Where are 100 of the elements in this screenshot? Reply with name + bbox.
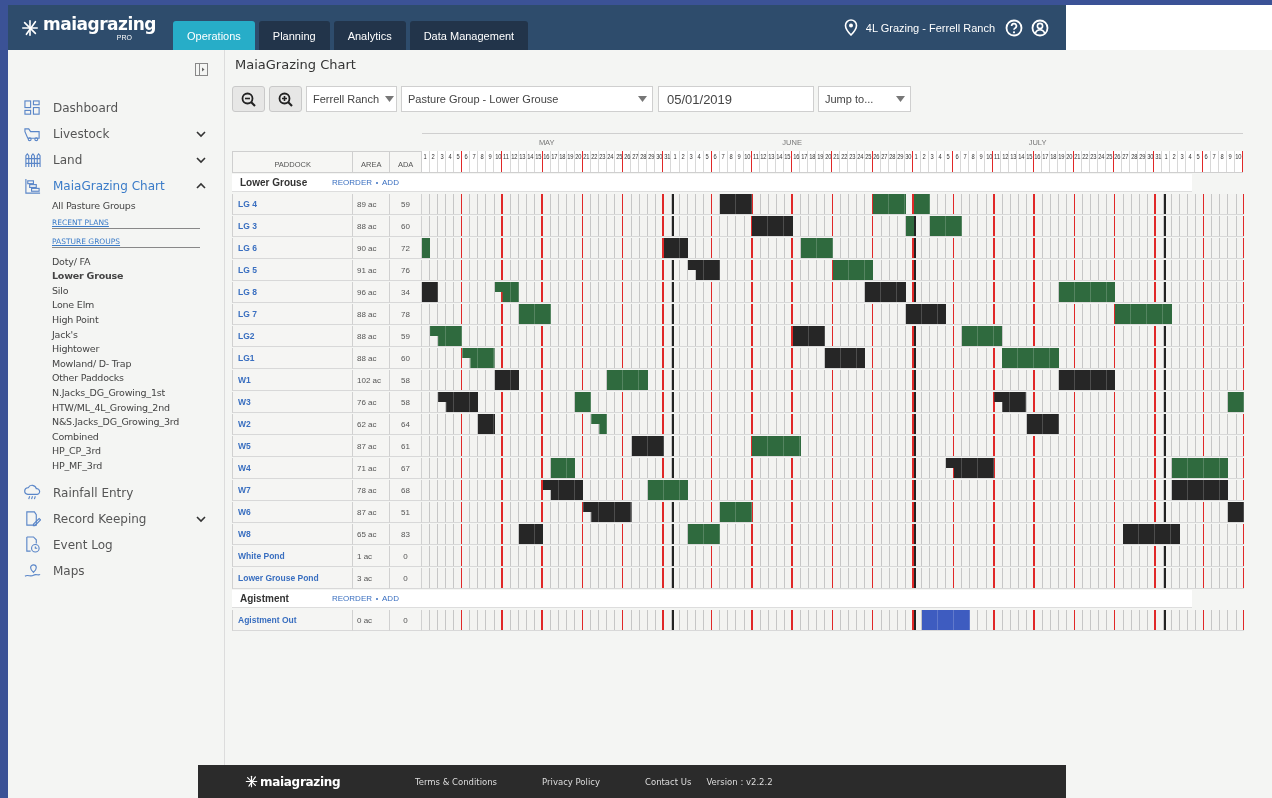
day-label: 19 bbox=[816, 152, 823, 161]
nav-tab[interactable]: Analytics bbox=[333, 21, 406, 50]
footer-link[interactable]: Contact Us bbox=[645, 776, 692, 787]
paddock-link[interactable]: LG 4 bbox=[238, 199, 257, 209]
area-cell: 87 ac bbox=[353, 436, 390, 457]
area-cell: 3 ac bbox=[353, 568, 390, 589]
paddock-link[interactable]: W3 bbox=[238, 397, 251, 407]
day-label: 10 bbox=[494, 152, 501, 161]
sidebar-subitem[interactable]: N.Jacks_DG_Growing_1st bbox=[52, 385, 200, 401]
day-label: 5 bbox=[947, 152, 951, 161]
sidebar-subitem[interactable]: Silo bbox=[52, 283, 200, 299]
sidebar-subitem[interactable]: Jack's bbox=[52, 327, 200, 343]
grazed-period-bar bbox=[1171, 480, 1228, 500]
day-label: 8 bbox=[971, 152, 975, 161]
paddock-link[interactable]: White Pond bbox=[238, 551, 285, 561]
sidebar-subitem[interactable]: High Point bbox=[52, 312, 200, 328]
day-label: 20 bbox=[1066, 152, 1073, 161]
paddock-link[interactable]: LG 3 bbox=[238, 221, 257, 231]
group-action-link[interactable]: REORDER bbox=[332, 178, 372, 187]
sidebar-subitem[interactable]: Lower Grouse bbox=[52, 269, 200, 284]
sidebar-subitem[interactable]: HTW/ML_4L_Growing_2nd bbox=[52, 400, 200, 416]
day-label: 6 bbox=[464, 152, 468, 161]
day-label: 13 bbox=[519, 152, 526, 161]
sidebar-subitem[interactable]: Lone Elm bbox=[52, 298, 200, 313]
day-label: 4 bbox=[448, 152, 452, 161]
group-select[interactable]: Pasture Group - Lower Grouse bbox=[401, 86, 653, 112]
date-field[interactable]: 05/01/2019 bbox=[658, 86, 814, 112]
day-label: 2 bbox=[432, 152, 436, 161]
paddock-link[interactable]: LG 7 bbox=[238, 309, 257, 319]
group-name: Lower Grouse bbox=[239, 177, 309, 188]
area-cell: 96 ac bbox=[353, 282, 390, 303]
group-action-link[interactable]: ADD bbox=[382, 178, 399, 187]
location-pin-icon bbox=[843, 19, 858, 36]
sidebar-item[interactable]: Rainfall Entry bbox=[8, 479, 224, 506]
group-action-link[interactable]: REORDER bbox=[332, 594, 372, 603]
day-label: 3 bbox=[440, 152, 444, 161]
day-label: 16 bbox=[1034, 152, 1041, 161]
paddock-link[interactable]: W7 bbox=[238, 485, 251, 495]
zoom-in-button[interactable] bbox=[269, 86, 302, 112]
zoom-out-button[interactable] bbox=[232, 86, 265, 112]
account-button[interactable] bbox=[1031, 18, 1049, 37]
day-label: 31 bbox=[1154, 152, 1161, 161]
footer-link[interactable]: Privacy Policy bbox=[542, 776, 600, 787]
sidebar-subitem[interactable]: Mowland/ D- Trap bbox=[52, 356, 200, 372]
day-label: 21 bbox=[832, 152, 839, 161]
paddock-link[interactable]: LG1 bbox=[238, 353, 255, 363]
sidebar-item[interactable]: Land bbox=[8, 147, 224, 173]
day-label: 30 bbox=[905, 152, 912, 161]
sidebar-item[interactable]: MaiaGrazing Chart bbox=[8, 173, 224, 199]
planned-period-bar bbox=[518, 304, 551, 324]
sidebar-subitem[interactable]: Other Paddocks bbox=[52, 371, 200, 386]
sidebar-subitem[interactable]: N&S.Jacks_DG_Growing_3rd Combined bbox=[52, 415, 200, 445]
sidebar-item[interactable]: Dashboard bbox=[8, 95, 224, 121]
sidebar-item[interactable]: Event Log bbox=[8, 531, 224, 558]
day-label: 28 bbox=[889, 152, 896, 161]
day-label: 20 bbox=[824, 152, 831, 161]
planned-period-bar bbox=[929, 216, 962, 236]
paddock-link[interactable]: LG 5 bbox=[238, 265, 257, 275]
day-label: 14 bbox=[776, 152, 783, 161]
help-button[interactable] bbox=[1005, 18, 1023, 37]
paddock-link[interactable]: LG2 bbox=[238, 331, 255, 341]
group-action-link[interactable]: ADD bbox=[382, 594, 399, 603]
nav-tab[interactable]: Data Management bbox=[409, 21, 529, 50]
ranch-select[interactable]: Ferrell Ranch bbox=[306, 86, 397, 112]
collapse-sidebar-button[interactable] bbox=[195, 63, 208, 76]
sidebar-subitem[interactable]: HP_MF_3rd bbox=[52, 458, 200, 474]
sidebar-subitem[interactable]: Doty/ FA bbox=[52, 254, 200, 270]
footer-logo-text: maiagrazing bbox=[260, 774, 341, 789]
jump-select[interactable]: Jump to... bbox=[818, 86, 911, 112]
logo-icon bbox=[21, 18, 39, 37]
area-cell: 91 ac bbox=[353, 260, 390, 281]
paddock-link[interactable]: W5 bbox=[238, 441, 251, 451]
sidebar-subitem[interactable]: HP_CP_3rd bbox=[52, 444, 200, 459]
area-cell: 89 ac bbox=[353, 194, 390, 215]
sidebar-item[interactable]: Livestock bbox=[8, 121, 224, 147]
day-label: 3 bbox=[930, 152, 934, 161]
ada-cell: 34 bbox=[390, 282, 422, 303]
day-label: 1 bbox=[424, 152, 427, 161]
grazed-period-bar bbox=[752, 216, 793, 236]
sidebar-subitem[interactable]: Hightower bbox=[52, 342, 200, 357]
footer-link[interactable]: Terms & Conditions bbox=[415, 776, 498, 787]
area-cell: 65 ac bbox=[353, 524, 390, 545]
day-label: 17 bbox=[800, 152, 807, 161]
nav-tab[interactable]: Planning bbox=[258, 21, 330, 50]
day-label: 16 bbox=[792, 152, 799, 161]
sidebar-subitem[interactable]: All Pasture Groups bbox=[52, 199, 200, 214]
paddock-link[interactable]: LG 8 bbox=[238, 287, 257, 297]
ada-cell: 68 bbox=[390, 480, 422, 501]
paddock-link[interactable]: W2 bbox=[238, 419, 251, 429]
sidebar-item[interactable]: Record Keeping bbox=[8, 505, 224, 532]
paddock-link[interactable]: W4 bbox=[238, 463, 251, 473]
grazed-period-bar bbox=[422, 282, 439, 302]
day-label: 1 bbox=[673, 152, 677, 161]
sidebar-item[interactable]: Maps bbox=[8, 557, 224, 584]
paddock-link[interactable]: LG 6 bbox=[238, 243, 257, 253]
paddock-link[interactable]: W6 bbox=[238, 507, 251, 517]
day-label: 1 bbox=[1164, 152, 1168, 161]
paddock-link[interactable]: W8 bbox=[238, 529, 251, 539]
caret-icon bbox=[638, 96, 647, 102]
paddock-link[interactable]: W1 bbox=[238, 375, 251, 385]
